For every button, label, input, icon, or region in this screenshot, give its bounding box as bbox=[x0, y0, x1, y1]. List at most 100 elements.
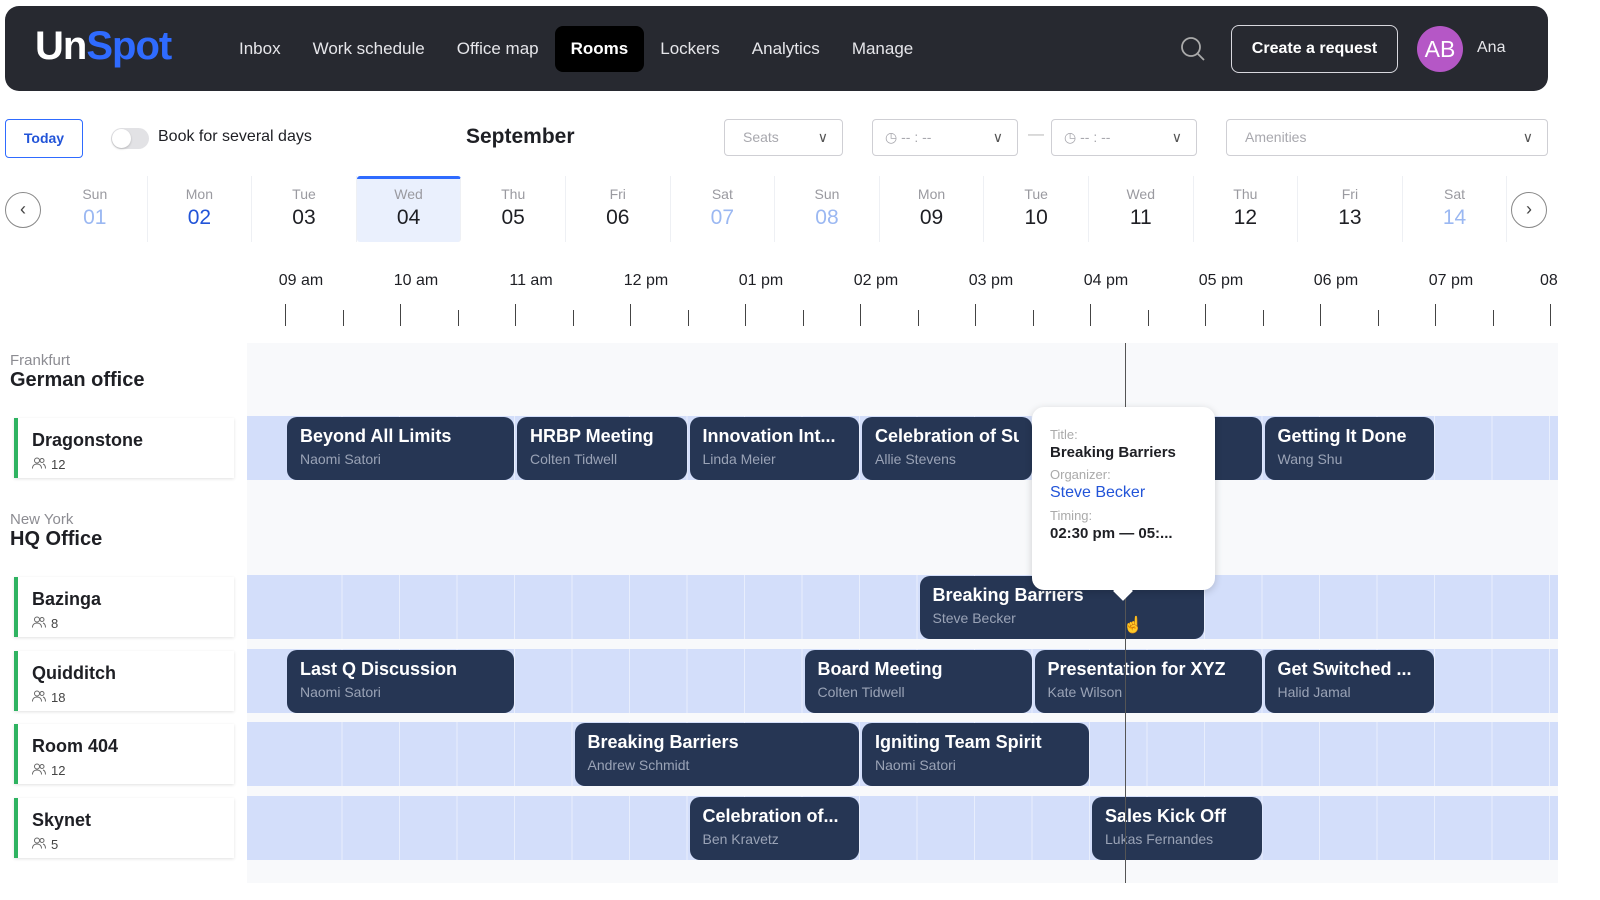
seats-select[interactable]: Seats ∨ bbox=[724, 119, 843, 156]
day-06[interactable]: Fri 06 bbox=[566, 176, 671, 242]
event-block[interactable]: Sales Kick Off Lukas Fernandes bbox=[1092, 797, 1262, 860]
tooltip-organizer-link[interactable]: Steve Becker bbox=[1050, 484, 1197, 502]
day-number: 12 bbox=[1233, 206, 1257, 229]
day-04[interactable]: Wed 04 bbox=[356, 176, 462, 242]
time-from-select[interactable]: ◷ -- : -- ∨ bbox=[872, 119, 1018, 156]
time-to-value: -- : -- bbox=[1080, 129, 1111, 145]
hour-label: 07 pm bbox=[1428, 272, 1474, 289]
location-name: HQ Office bbox=[10, 528, 103, 550]
event-block[interactable]: Get Switched ... Halid Jamal bbox=[1264, 650, 1434, 713]
hour-label: 12 pm bbox=[623, 272, 669, 289]
time-to-select[interactable]: ◷ -- : -- ∨ bbox=[1051, 119, 1197, 156]
event-organizer: Wang Shu bbox=[1277, 451, 1343, 467]
nav-item-rooms[interactable]: Rooms bbox=[554, 26, 645, 72]
day-number: 04 bbox=[396, 206, 421, 229]
nav-item-analytics[interactable]: Analytics bbox=[736, 26, 836, 72]
hour-tick bbox=[1262, 310, 1264, 326]
hour-label: 08 bbox=[1540, 272, 1558, 289]
event-title: Celebration of... bbox=[702, 806, 839, 826]
event-block[interactable]: Last Q Discussion Naomi Satori bbox=[287, 650, 514, 713]
day-14[interactable]: Sat 14 bbox=[1403, 176, 1508, 242]
room-card[interactable]: Quidditch 18 bbox=[14, 651, 234, 711]
day-02[interactable]: Mon 02 bbox=[148, 176, 253, 242]
day-11[interactable]: Wed 11 bbox=[1089, 176, 1194, 242]
amenities-label: Amenities bbox=[1245, 129, 1307, 145]
hour-tick bbox=[1320, 304, 1321, 326]
people-icon bbox=[32, 457, 46, 472]
hour-tick bbox=[572, 310, 574, 326]
hour-tick bbox=[975, 304, 976, 326]
event-title: Breaking Barriers bbox=[587, 732, 739, 752]
hour-label: 05 pm bbox=[1198, 272, 1244, 289]
day-10[interactable]: Tue 10 bbox=[984, 176, 1089, 242]
location-city: Frankfurt bbox=[10, 352, 71, 369]
event-block[interactable]: Breaking Barriers Andrew Schmidt bbox=[574, 723, 859, 786]
room-card[interactable]: Bazinga 8 bbox=[14, 577, 234, 637]
location-name: German office bbox=[10, 369, 145, 391]
event-block[interactable]: Presentation for XYZ Kate Wilson bbox=[1034, 650, 1262, 713]
event-block[interactable]: Getting It Done Wang Shu bbox=[1264, 417, 1434, 480]
event-block[interactable]: Igniting Team Spirit Naomi Satori bbox=[862, 723, 1089, 786]
room-row[interactable] bbox=[247, 796, 1558, 860]
hour-tick bbox=[1492, 310, 1494, 326]
event-organizer: Colten Tidwell bbox=[817, 684, 905, 700]
tooltip-timing-label: Timing: bbox=[1050, 508, 1093, 523]
day-03[interactable]: Tue 03 bbox=[252, 176, 357, 242]
chevron-down-icon: ∨ bbox=[1171, 129, 1182, 145]
day-05[interactable]: Thu 05 bbox=[461, 176, 566, 242]
hour-tick bbox=[1090, 304, 1091, 326]
avatar[interactable]: AB bbox=[1417, 26, 1463, 72]
nav-item-inbox[interactable]: Inbox bbox=[223, 26, 297, 72]
room-card[interactable]: Room 404 12 bbox=[14, 724, 234, 784]
day-07[interactable]: Sat 07 bbox=[671, 176, 776, 242]
room-card[interactable]: Dragonstone 12 bbox=[14, 418, 234, 478]
day-number: 13 bbox=[1338, 206, 1362, 229]
next-week-button[interactable]: › bbox=[1511, 192, 1547, 228]
create-request-button[interactable]: Create a request bbox=[1231, 25, 1398, 73]
chevron-down-icon: ∨ bbox=[1522, 129, 1533, 145]
event-block[interactable]: Celebration of Success Allie Stevens bbox=[862, 417, 1032, 480]
day-08[interactable]: Sun 08 bbox=[775, 176, 880, 242]
hour-tick bbox=[687, 310, 689, 326]
capacity-value: 8 bbox=[51, 616, 59, 631]
day-12[interactable]: Thu 12 bbox=[1194, 176, 1299, 242]
amenities-select[interactable]: Amenities ∨ bbox=[1226, 119, 1548, 156]
event-title: Last Q Discussion bbox=[300, 659, 458, 679]
event-block[interactable]: Innovation Int... Linda Meier bbox=[689, 417, 859, 480]
hour-label: 06 pm bbox=[1313, 272, 1359, 289]
logo[interactable]: UnSpot bbox=[35, 24, 172, 69]
day-13[interactable]: Fri 13 bbox=[1298, 176, 1403, 242]
day-name: Mon bbox=[917, 186, 946, 202]
hour-tick bbox=[342, 310, 344, 326]
event-block[interactable]: Beyond All Limits Naomi Satori bbox=[287, 417, 514, 480]
event-block[interactable]: Board Meeting Colten Tidwell bbox=[804, 650, 1032, 713]
event-organizer: Colten Tidwell bbox=[530, 451, 618, 467]
day-name: Sat bbox=[711, 186, 733, 202]
location-group: New York HQ Office bbox=[10, 511, 102, 551]
event-block[interactable]: Celebration of... Ben Kravetz bbox=[689, 797, 859, 860]
hour-tick bbox=[1550, 304, 1551, 326]
search-icon[interactable] bbox=[1180, 36, 1206, 62]
nav-item-work-schedule[interactable]: Work schedule bbox=[297, 26, 441, 72]
nav-item-lockers[interactable]: Lockers bbox=[644, 26, 736, 72]
day-01[interactable]: Sun 01 bbox=[43, 176, 148, 242]
nav-item-manage[interactable]: Manage bbox=[836, 26, 929, 72]
event-block[interactable]: HRBP Meeting Colten Tidwell bbox=[517, 417, 687, 480]
today-button[interactable]: Today bbox=[5, 119, 83, 158]
hour-tick bbox=[1147, 310, 1149, 326]
room-card[interactable]: Skynet 5 bbox=[14, 798, 234, 858]
seats-label: Seats bbox=[743, 129, 779, 145]
several-days-toggle[interactable] bbox=[111, 128, 149, 149]
user-name[interactable]: Ana bbox=[1477, 39, 1505, 57]
prev-week-button[interactable]: ‹ bbox=[5, 192, 41, 228]
hour-tick bbox=[860, 304, 861, 326]
hour-tick bbox=[745, 304, 746, 326]
top-nav: UnSpot Inbox Work schedule Office map Rooms… bbox=[5, 6, 1548, 91]
event-title: Board Meeting bbox=[817, 659, 943, 679]
logo-text: Un bbox=[35, 24, 87, 68]
room-row[interactable] bbox=[247, 575, 1558, 639]
day-09[interactable]: Mon 09 bbox=[880, 176, 985, 242]
tooltip-title-label: Title: bbox=[1050, 427, 1078, 442]
logo-text-accent: Spot bbox=[86, 24, 172, 68]
nav-item-office-map[interactable]: Office map bbox=[441, 26, 555, 72]
